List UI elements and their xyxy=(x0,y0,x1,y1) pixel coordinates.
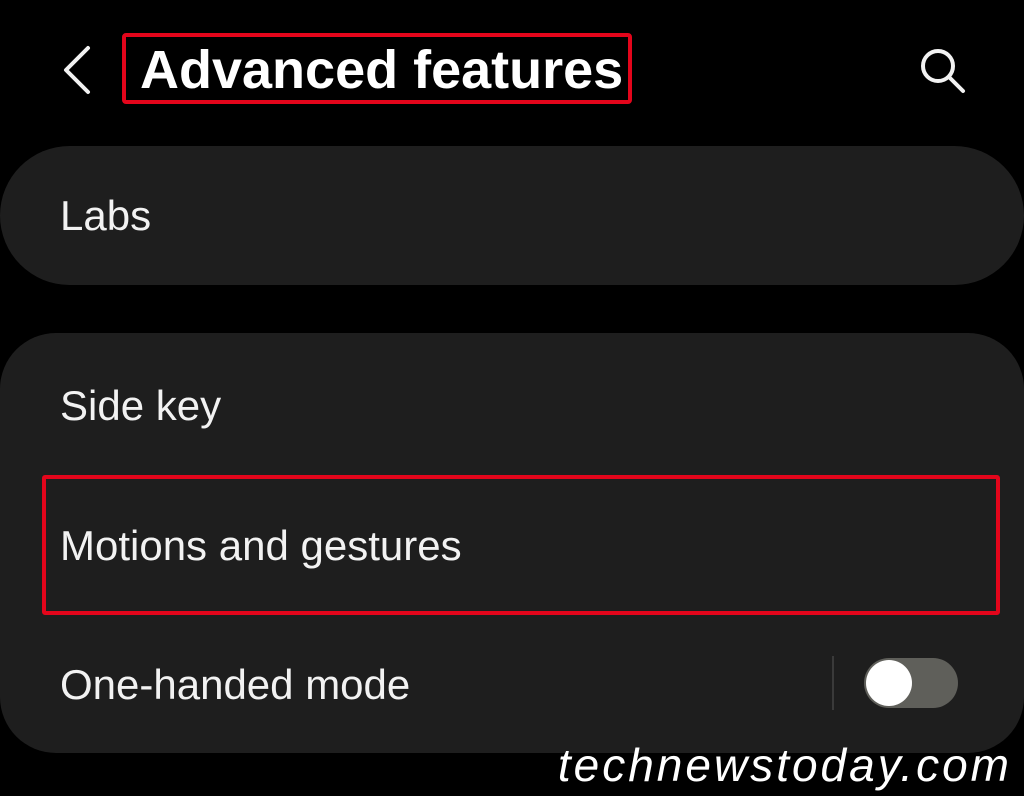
page-title: Advanced features xyxy=(140,40,624,100)
chevron-left-icon xyxy=(64,46,90,94)
labs-item[interactable]: Labs xyxy=(0,146,1024,285)
app-bar: Advanced features xyxy=(0,0,1024,140)
watermark: technewstoday.com xyxy=(557,739,1012,791)
side-key-label: Side key xyxy=(60,382,222,429)
toggle-knob xyxy=(866,660,912,706)
search-icon xyxy=(921,49,965,93)
motions-highlight-box xyxy=(42,475,1000,615)
one-handed-mode-label: One-handed mode xyxy=(60,661,411,708)
labs-card: Labs xyxy=(0,146,1024,285)
back-button[interactable] xyxy=(52,42,104,98)
search-button[interactable] xyxy=(914,42,970,98)
side-key-item[interactable]: Side key xyxy=(0,333,1024,473)
one-handed-mode-toggle[interactable] xyxy=(864,658,958,708)
toggle-divider xyxy=(832,656,834,710)
labs-label: Labs xyxy=(60,192,152,239)
